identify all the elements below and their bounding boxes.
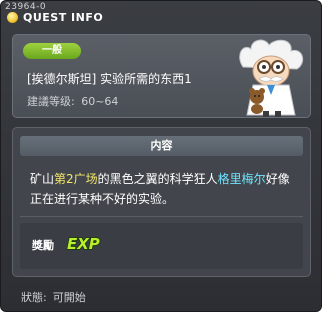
status-value: 可開始 — [52, 291, 86, 304]
reward-label: 獎勵 — [32, 239, 54, 252]
category-badge: 一般 — [23, 43, 81, 59]
window-title: QUEST INFO — [23, 10, 104, 24]
quest-status: 狀態: 可開始 — [21, 289, 92, 305]
place-highlight: 第2广场 — [54, 172, 98, 186]
scientist-npc-icon — [239, 39, 304, 117]
level-label: 建議等级: — [27, 95, 75, 108]
quest-content-panel: 内容 矿山第2广场的黑色之翼的科学狂人格里梅尔好像正在进行某种不好的实验。 獎勵… — [12, 127, 311, 277]
divider — [20, 216, 303, 217]
description-text: 的黑色之翼的科学狂人 — [97, 172, 218, 186]
quest-info-window: 23964-0 QUEST INFO 一般 [挨德尔斯坦] 实验所需的东西1 建… — [0, 0, 322, 312]
npc-name-highlight: 格里梅尔 — [217, 172, 266, 186]
exp-icon: EXP — [66, 234, 100, 254]
recommended-level: 建議等级: 60~64 — [27, 93, 121, 109]
quest-header-panel: 一般 [挨德尔斯坦] 实验所需的东西1 建議等级: 60~64 — [12, 34, 311, 118]
status-label: 狀態: — [21, 291, 47, 304]
level-range: 60~64 — [81, 95, 119, 108]
quest-name: [挨德尔斯坦] 实验所需的东西1 — [27, 72, 192, 86]
exp-label: EXP — [67, 235, 100, 253]
reward-box: 獎勵 EXP — [20, 223, 303, 269]
description-text: 矿山 — [30, 172, 55, 186]
lightbulb-icon — [7, 11, 18, 23]
quest-description: 矿山第2广场的黑色之翼的科学狂人格里梅尔好像正在进行某种不好的实验。 — [30, 169, 300, 209]
title-bar[interactable]: QUEST INFO — [7, 9, 103, 25]
content-section-title: 内容 — [20, 136, 303, 156]
